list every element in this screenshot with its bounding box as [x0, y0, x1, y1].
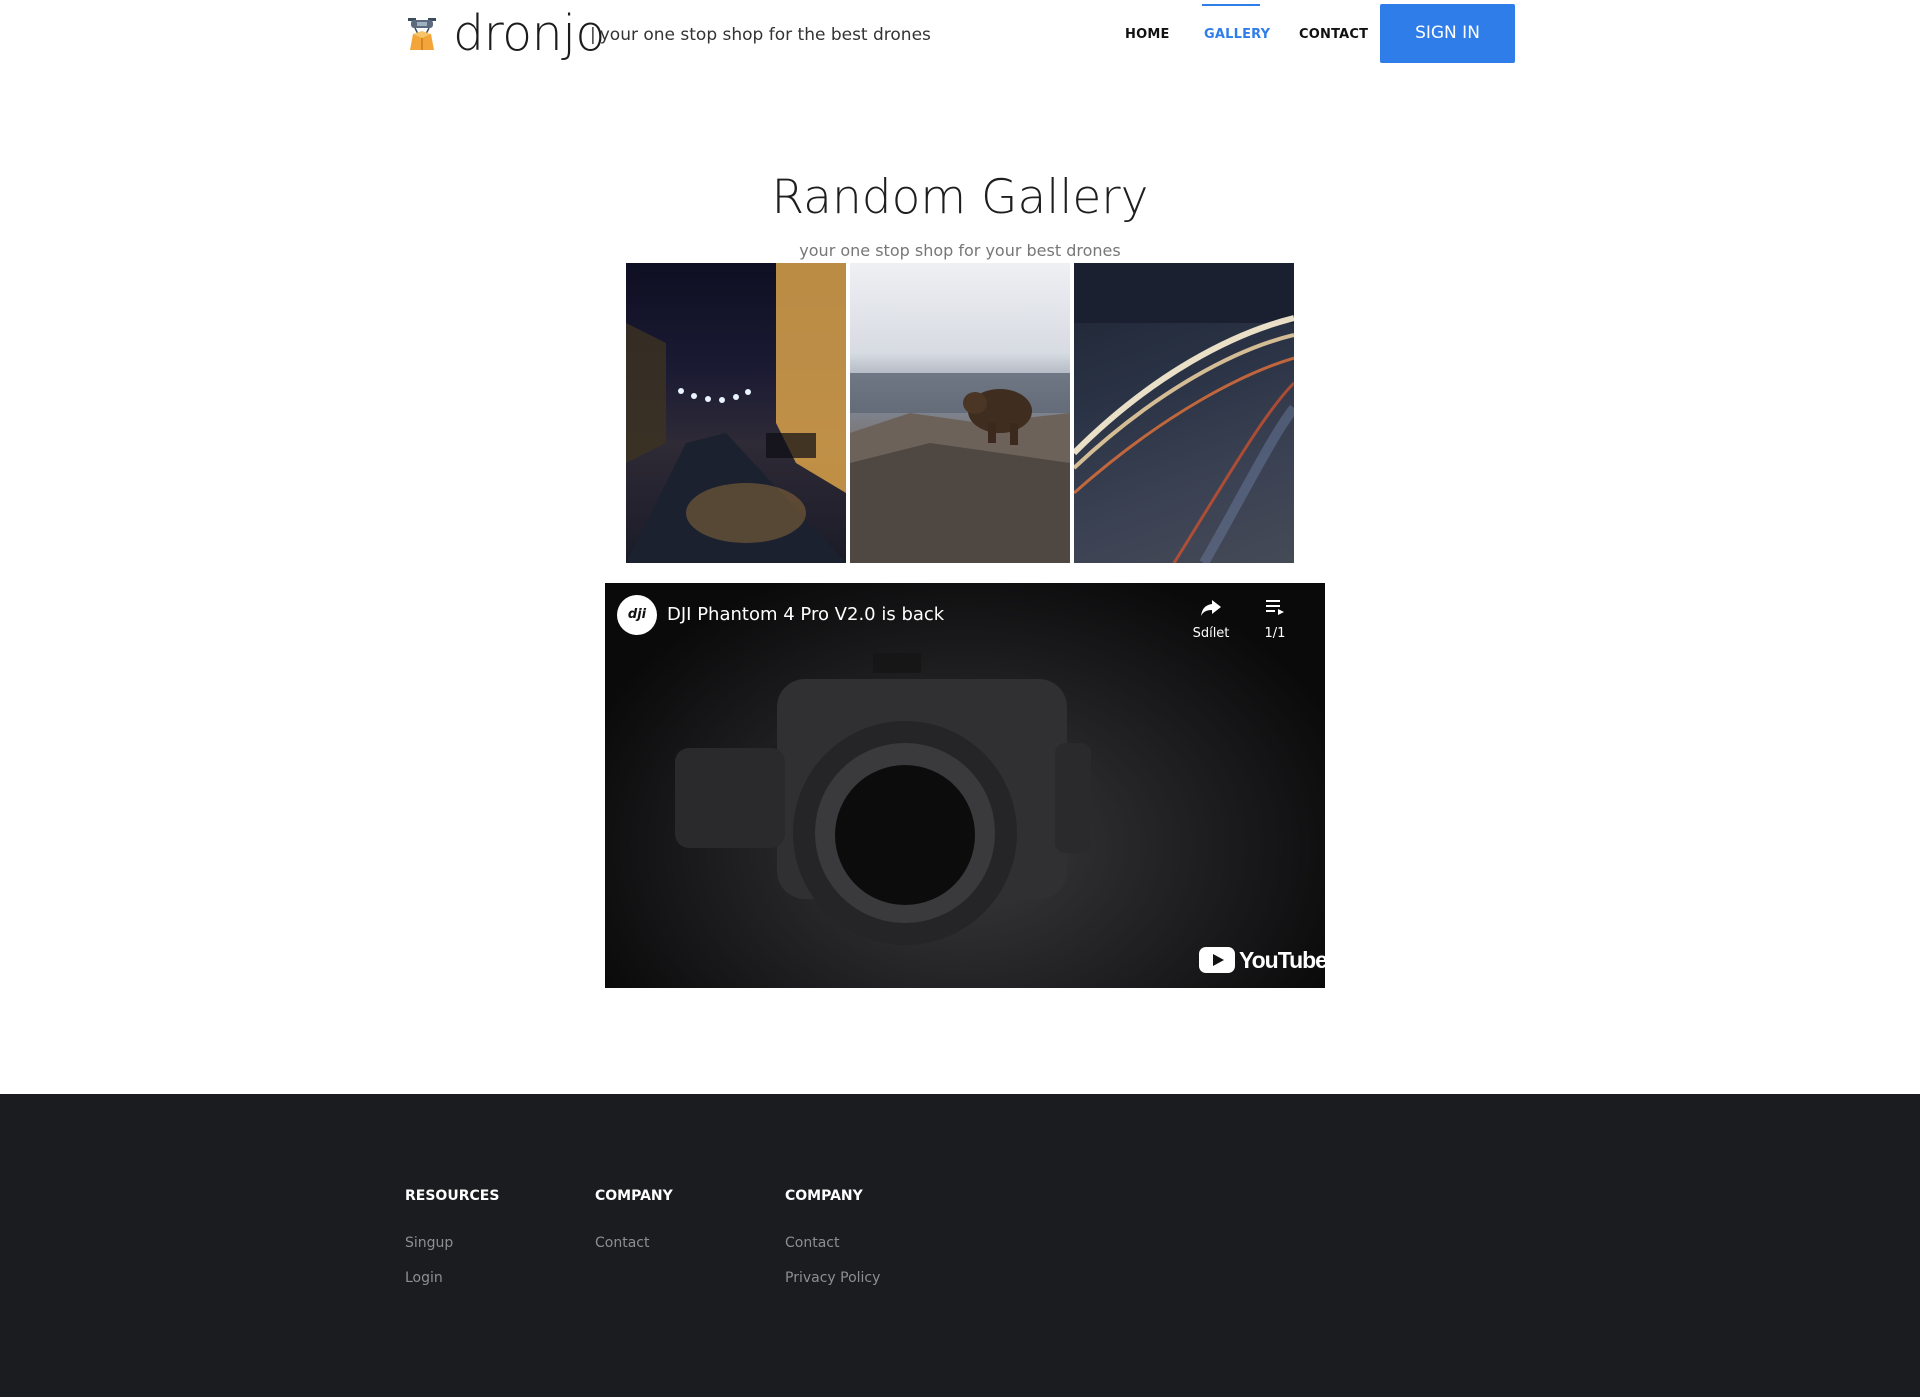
share-button[interactable]: Sdílet — [1178, 595, 1244, 643]
gallery-photo-bear[interactable] — [850, 263, 1070, 563]
light-trails-image — [1074, 263, 1294, 563]
playlist-button[interactable]: 1/1 — [1257, 595, 1293, 643]
footer-heading: COMPANY — [785, 1188, 863, 1204]
footer-heading: RESOURCES — [405, 1188, 500, 1204]
header-tagline: | your one stop shop for the best drones — [590, 24, 931, 46]
gallery-photo-night-street[interactable] — [626, 263, 846, 563]
playlist-count: 1/1 — [1264, 626, 1286, 641]
footer-link-contact[interactable]: Contact — [595, 1233, 673, 1253]
footer-link-contact[interactable]: Contact — [785, 1233, 880, 1253]
footer-column-company: COMPANY Contact — [595, 1186, 673, 1253]
footer-link-signup[interactable]: Singup — [405, 1233, 499, 1253]
footer-column-company-2: COMPANY Contact Privacy Policy — [785, 1186, 880, 1288]
share-icon — [1201, 600, 1221, 616]
page-title: Random Gallery — [771, 170, 1149, 225]
page-subtitle: your one stop shop for your best drones — [799, 241, 1121, 260]
youtube-logo[interactable]: YouTube — [1199, 945, 1325, 975]
sign-in-button[interactable]: SIGN IN — [1380, 4, 1515, 63]
footer-link-login[interactable]: Login — [405, 1268, 499, 1288]
footer-heading: COMPANY — [595, 1188, 673, 1204]
nav-contact[interactable]: CONTACT — [1299, 27, 1368, 43]
site-header: dronjo | your one stop shop for the best … — [0, 0, 1920, 70]
youtube-play-icon — [1199, 947, 1235, 973]
nav-home[interactable]: HOME — [1125, 27, 1170, 43]
night-street-image — [626, 263, 846, 563]
camera-gimbal-thumbnail — [675, 653, 1091, 945]
active-nav-indicator — [1202, 4, 1260, 6]
channel-avatar[interactable]: dji — [617, 595, 657, 635]
site-footer: RESOURCES Singup Login COMPANY Contact C… — [0, 1094, 1920, 1397]
tagline-text: your one stop shop for the best drones — [599, 25, 931, 45]
youtube-wordmark: YouTube — [1239, 946, 1325, 973]
drone-logo-icon[interactable] — [404, 14, 440, 54]
footer-column-resources: RESOURCES Singup Login — [405, 1186, 499, 1288]
share-label: Sdílet — [1192, 626, 1230, 641]
footer-link-privacy-policy[interactable]: Privacy Policy — [785, 1268, 880, 1288]
nav-gallery[interactable]: GALLERY — [1204, 27, 1270, 43]
brand-name[interactable]: dronjo — [453, 2, 605, 66]
playlist-icon — [1266, 600, 1284, 615]
youtube-video-embed[interactable]: dji DJI Phantom 4 Pro V2.0 is back Sdíle… — [605, 583, 1325, 988]
tagline-divider: | — [590, 25, 596, 45]
video-title[interactable]: DJI Phantom 4 Pro V2.0 is back — [667, 603, 944, 627]
bear-image — [850, 373, 1070, 563]
gallery-photo-light-trails[interactable] — [1074, 263, 1294, 563]
